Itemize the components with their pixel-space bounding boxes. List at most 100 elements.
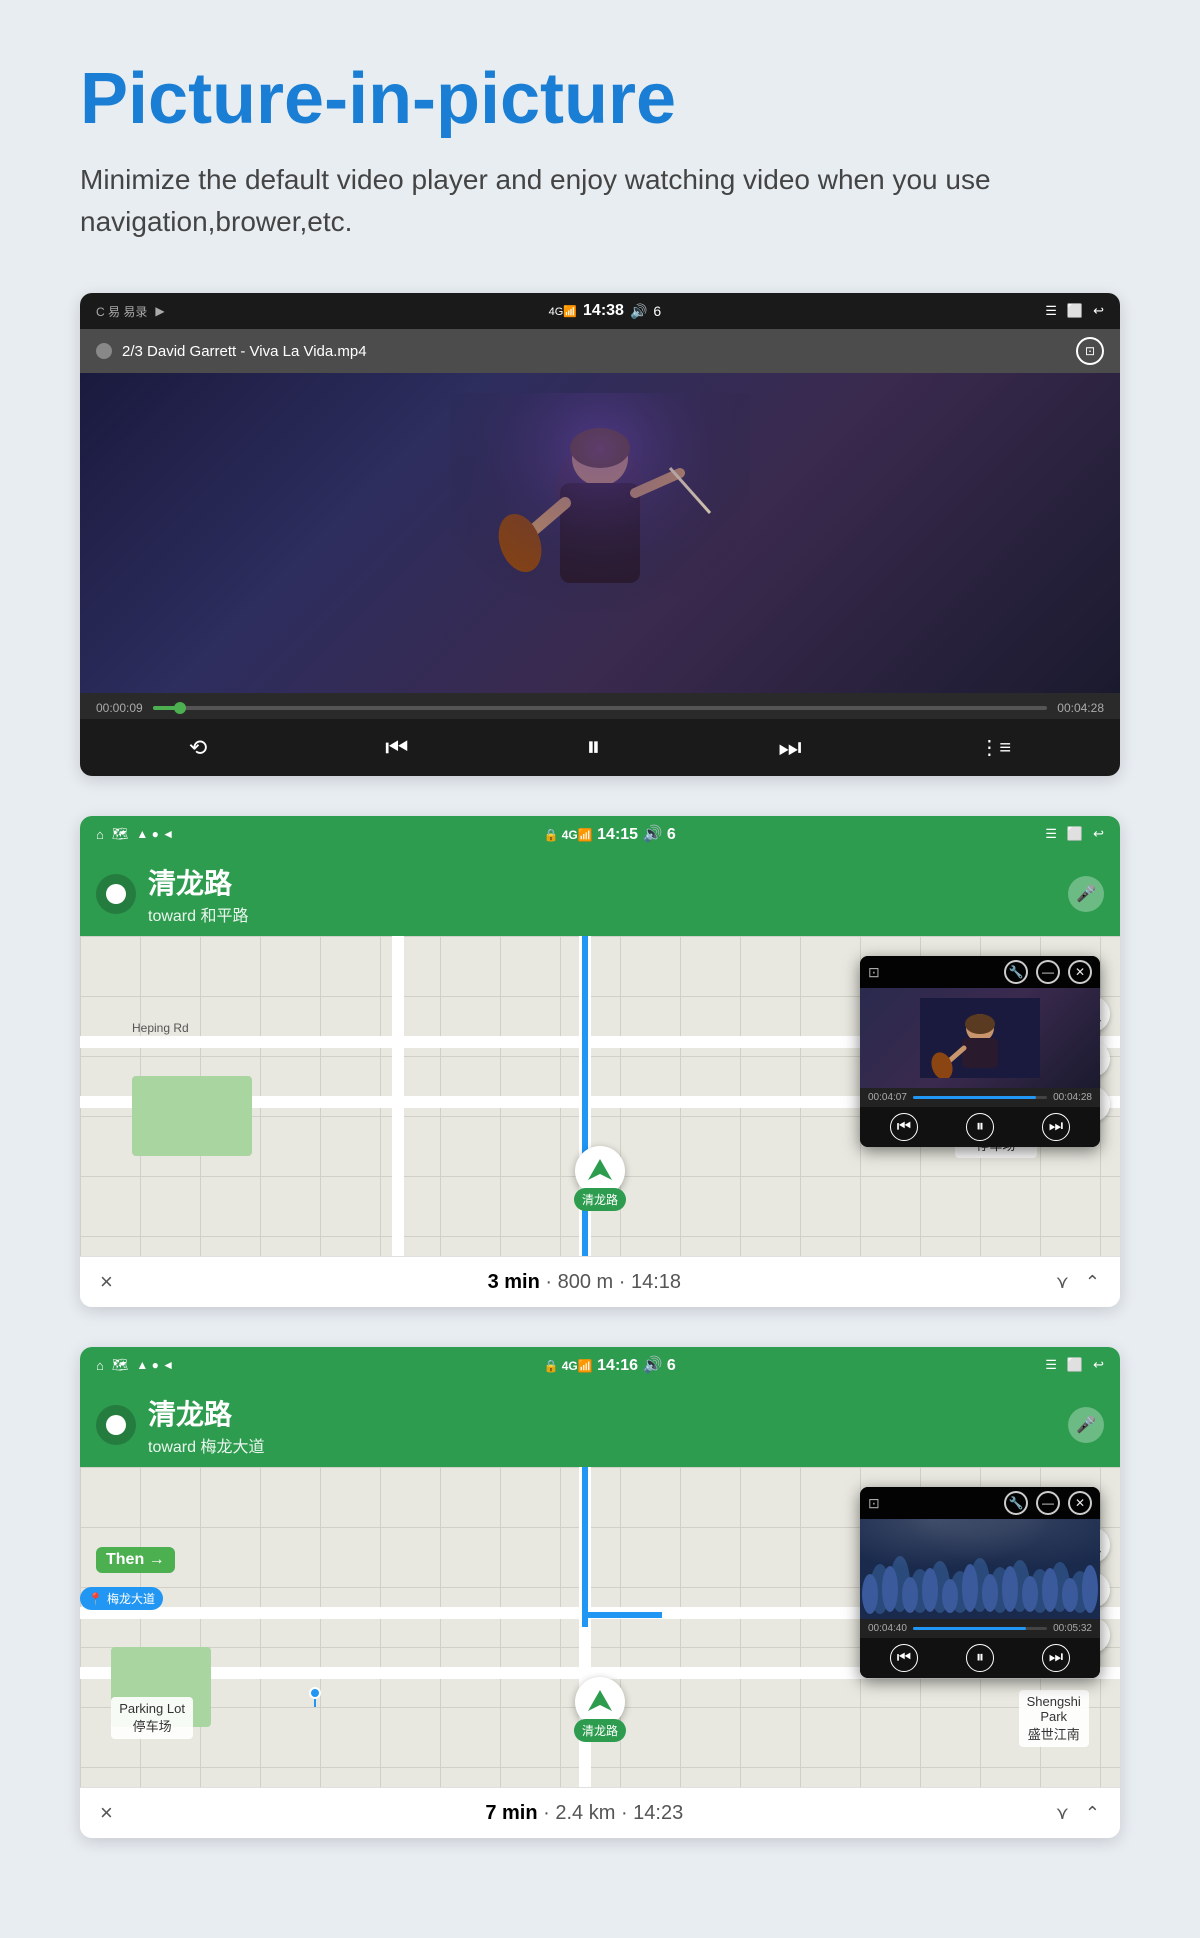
pause-button[interactable]: ⏸ [586, 731, 600, 764]
network-icon: 4G📶 [549, 305, 577, 318]
player-dot [96, 343, 112, 359]
pip-close-button[interactable]: ✕ [1068, 960, 1092, 984]
route-line-2b [582, 1612, 662, 1618]
nav-time-1: 🔒 4G📶 14:15 🔊 6 [543, 824, 675, 844]
video-icon: ▶ [155, 304, 164, 318]
nav-header-1: 清龙路 toward 和平路 🎤 [80, 852, 1120, 936]
pip-prog-fill-2 [913, 1627, 1026, 1630]
repeat-button[interactable]: ⟲ [189, 735, 207, 761]
pip-wrench-button[interactable]: 🔧 [1004, 960, 1028, 984]
location-label-2: 清龙路 [574, 1719, 626, 1742]
pip-overlay-2[interactable]: ⊡ 🔧 — ✕ [860, 1487, 1100, 1678]
pip-next-button-2[interactable]: ⏭ [1042, 1644, 1070, 1672]
maps-icon-2: 🗺 [112, 1357, 129, 1373]
pip-prev-button-1[interactable]: ⏮ [890, 1113, 918, 1141]
playlist-button[interactable]: ⋮≡ [979, 735, 1011, 760]
parking-label-2: Parking Lot停车场 [111, 1697, 193, 1739]
maps-icon-1: 🗺 [112, 826, 129, 842]
nav-street-info-2: 清龙路 toward 梅龙大道 [148, 1393, 264, 1457]
video-content [450, 393, 750, 673]
nav-status-left-2: ⌂ 🗺 ▲ ● ◄ [96, 1357, 174, 1373]
nav-map-1: Heping Rd Heping Rd Parking Lot停车场 清龙路 🔍… [80, 936, 1120, 1256]
pip-prev-button-2[interactable]: ⏮ [890, 1644, 918, 1672]
pip-time-current-2: 00:04:40 [868, 1623, 907, 1634]
pip-pause-button-1[interactable]: ⏸ [966, 1113, 994, 1141]
pip-close-button-2[interactable]: ✕ [1068, 1491, 1092, 1515]
mic-button-1[interactable]: 🎤 [1068, 876, 1104, 912]
nav-icons-2: ▲ ● ◄ [136, 1358, 174, 1372]
pip-next-button-1[interactable]: ⏭ [1042, 1113, 1070, 1141]
progress-fill [153, 706, 180, 710]
pip-video-2 [860, 1519, 1100, 1619]
status-time: 14:38 [583, 302, 624, 320]
nav-bottom-bar-2: × 7 min · 2.4 km · 14:23 ⋎ ⌃ [80, 1787, 1120, 1838]
nav-header-2: 清龙路 toward 梅龙大道 🎤 [80, 1383, 1120, 1467]
chevron-up-icon-1[interactable]: ⌃ [1085, 1272, 1100, 1293]
pip-controls-bar-1: ⊡ 🔧 — ✕ [860, 956, 1100, 988]
volume-num: 6 [653, 303, 661, 319]
video-progress[interactable]: 00:00:09 00:04:28 [80, 693, 1120, 719]
pip-action-buttons-2: 🔧 — ✕ [1004, 1491, 1092, 1515]
video-status-bar: C 易 易录 ▶ 4G📶 14:38 🔊 6 ☰ ⬜ ↩ [80, 293, 1120, 329]
prev-button[interactable]: ⏮ [385, 732, 408, 764]
pip-pause-button-2[interactable]: ⏸ [966, 1644, 994, 1672]
page-subtitle: Minimize the default video player and en… [80, 159, 1120, 243]
mic-button-2[interactable]: 🎤 [1068, 1407, 1104, 1443]
nav-eta-info-1: 3 min · 800 m · 14:18 [113, 1271, 1056, 1294]
volume-icon: 🔊 [630, 303, 647, 320]
close-nav-button-1[interactable]: × [100, 1269, 113, 1295]
progress-track[interactable] [153, 706, 1048, 710]
pip-overlay-1[interactable]: ⊡ 🔧 — ✕ 00:04:07 [860, 956, 1100, 1147]
back-icon: ↩ [1093, 303, 1104, 319]
back-icon-2: ↩ [1093, 1357, 1104, 1373]
current-time: 00:00:09 [96, 701, 143, 715]
pip-screen-icon: ⊡ [868, 964, 880, 981]
pip-controls-bar-2: ⊡ 🔧 — ✕ [860, 1487, 1100, 1519]
road-label-heping-1: Heping Rd [132, 1021, 189, 1035]
nav-status-right-1: ☰ ⬜ ↩ [1045, 826, 1104, 842]
route-line-2a [582, 1467, 588, 1627]
status-right: ☰ ⬜ ↩ [1045, 303, 1104, 319]
video-area [80, 373, 1120, 693]
park-label-2: ShengshiPark盛世江南 [1019, 1690, 1089, 1747]
pip-minimize-button[interactable]: — [1036, 960, 1060, 984]
nav-map-2: Then → 📍 梅龙大道 Parking Lot停车场 ShengshiPar… [80, 1467, 1120, 1787]
parking-pin-2 [309, 1687, 321, 1707]
nav-time-2: 🔒 4G📶 14:16 🔊 6 [543, 1355, 675, 1375]
pip-content-2 [860, 1519, 1100, 1619]
chevron-up-icon-2[interactable]: ⌃ [1085, 1803, 1100, 1824]
video-player-screenshot: C 易 易录 ▶ 4G📶 14:38 🔊 6 ☰ ⬜ ↩ 2/3 David G… [80, 293, 1120, 776]
pip-minimize-button-2[interactable]: — [1036, 1491, 1060, 1515]
nav-screenshot-2: ⌂ 🗺 ▲ ● ◄ 🔒 4G📶 14:16 🔊 6 ☰ ⬜ ↩ 清龙路 towa… [80, 1347, 1120, 1838]
location-dot-header-1 [96, 874, 136, 914]
nav-icons-1: ▲ ● ◄ [136, 827, 174, 841]
video-header: 2/3 David Garrett - Viva La Vida.mp4 ⊡ [80, 329, 1120, 373]
page-title: Picture-in-picture [80, 60, 1120, 139]
chevron-down-icon-1[interactable]: ⋎ [1056, 1272, 1069, 1293]
nav-status-bar-2: ⌂ 🗺 ▲ ● ◄ 🔒 4G📶 14:16 🔊 6 ☰ ⬜ ↩ [80, 1347, 1120, 1383]
close-nav-button-2[interactable]: × [100, 1800, 113, 1826]
status-left: C 易 易录 ▶ [96, 303, 165, 320]
status-signal: 4G📶 14:38 🔊 6 [549, 302, 662, 320]
window-icon-2: ⬜ [1067, 1357, 1083, 1373]
menu-icon-2: ☰ [1045, 1357, 1057, 1373]
pip-content-1 [920, 998, 1040, 1078]
location-dot-header-2 [96, 1405, 136, 1445]
pip-prog-track-2[interactable] [913, 1627, 1047, 1630]
video-controls: ⟲ ⏮ ⏸ ⏭ ⋮≡ [80, 719, 1120, 776]
pip-action-buttons: 🔧 — ✕ [1004, 960, 1092, 984]
chevron-down-icon-2[interactable]: ⋎ [1056, 1803, 1069, 1824]
pip-video-1 [860, 988, 1100, 1088]
nav-status-bar-1: ⌂ 🗺 ▲ ● ◄ 🔒 4G📶 14:15 🔊 6 ☰ ⬜ ↩ [80, 816, 1120, 852]
home-icon-2: ⌂ [96, 1358, 104, 1373]
pip-prog-track-1[interactable] [913, 1096, 1047, 1099]
pip-wrench-button-2[interactable]: 🔧 [1004, 1491, 1028, 1515]
window-icon: ⬜ [1067, 303, 1083, 319]
total-time: 00:04:28 [1057, 701, 1104, 715]
pip-progress-1: 00:04:07 00:04:28 [860, 1088, 1100, 1107]
pip-time-current-1: 00:04:07 [868, 1092, 907, 1103]
back-icon-1: ↩ [1093, 826, 1104, 842]
pip-button[interactable]: ⊡ [1076, 337, 1104, 365]
nav-status-left-1: ⌂ 🗺 ▲ ● ◄ [96, 826, 174, 842]
next-button[interactable]: ⏭ [778, 732, 801, 764]
